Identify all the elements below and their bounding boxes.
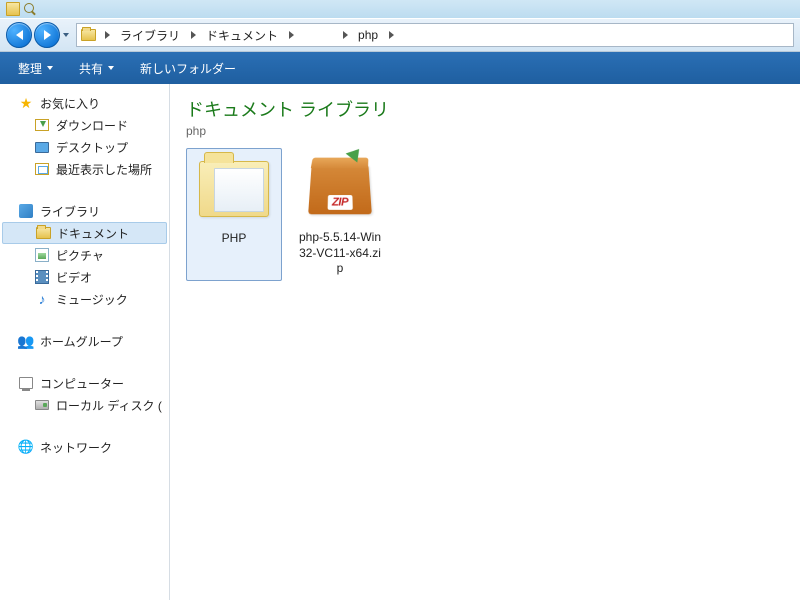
history-dropdown[interactable] xyxy=(60,33,72,37)
sidebar-group-favorites: ★ お気に入り ダウンロード デスクトップ 最近表示した場所 xyxy=(0,92,169,180)
disk-icon xyxy=(34,397,50,413)
chevron-right-icon xyxy=(191,31,196,39)
sidebar-item-label: ドキュメント xyxy=(57,225,129,242)
chevron-right-icon xyxy=(289,31,294,39)
sidebar-favorites[interactable]: ★ お気に入り xyxy=(0,92,169,114)
new-folder-button[interactable]: 新しいフォルダー xyxy=(132,56,244,81)
sidebar-item-documents[interactable]: ドキュメント xyxy=(2,222,167,244)
command-bar: 整理 共有 新しいフォルダー xyxy=(0,52,800,84)
picture-icon xyxy=(34,247,50,263)
sidebar-item-label: ネットワーク xyxy=(40,439,112,456)
file-items: PHP ZIP php-5.5.14-Win32-VC11-x64.zip xyxy=(186,148,784,281)
sidebar-item-label: ミュージック xyxy=(56,291,128,308)
chevron-down-icon xyxy=(47,66,53,70)
main: ★ お気に入り ダウンロード デスクトップ 最近表示した場所 ライブラリ xyxy=(0,84,800,600)
breadcrumb-item[interactable]: ドキュメント xyxy=(200,24,284,46)
folder-icon xyxy=(194,153,274,225)
sidebar-item-label: 最近表示した場所 xyxy=(56,161,152,178)
sidebar-item-label: ビデオ xyxy=(56,269,92,286)
share-label: 共有 xyxy=(79,60,103,77)
sidebar-item-label: ローカル ディスク ( xyxy=(56,397,162,414)
breadcrumb-sep[interactable] xyxy=(338,24,352,46)
video-icon xyxy=(34,269,50,285)
sidebar-item-label: ピクチャ xyxy=(56,247,104,264)
desktop-icon xyxy=(34,139,50,155)
recent-icon xyxy=(34,161,50,177)
new-folder-label: 新しいフォルダー xyxy=(140,60,236,77)
breadcrumb-sep[interactable] xyxy=(186,24,200,46)
organize-menu[interactable]: 整理 xyxy=(10,56,61,81)
sidebar-item-desktop[interactable]: デスクトップ xyxy=(0,136,169,158)
breadcrumb-item[interactable]: php xyxy=(352,24,384,46)
share-menu[interactable]: 共有 xyxy=(71,56,122,81)
forward-button[interactable] xyxy=(34,22,60,48)
navbar: ライブラリ ドキュメント php xyxy=(0,18,800,52)
sidebar-homegroup[interactable]: 👥 ホームグループ xyxy=(0,330,169,352)
sidebar-group-network: 🌐 ネットワーク xyxy=(0,436,169,458)
sidebar-item-recent[interactable]: 最近表示した場所 xyxy=(0,158,169,180)
arrow-right-icon xyxy=(44,30,51,40)
sidebar-item-videos[interactable]: ビデオ xyxy=(0,266,169,288)
address-bar[interactable]: ライブラリ ドキュメント php xyxy=(76,23,794,47)
breadcrumb-item[interactable] xyxy=(298,24,338,46)
breadcrumb-sep[interactable] xyxy=(384,24,398,46)
sidebar-item-label: ライブラリ xyxy=(40,203,100,220)
chevron-down-icon xyxy=(63,33,69,37)
folder-icon xyxy=(79,26,97,44)
chevron-right-icon xyxy=(389,31,394,39)
sidebar-item-label: コンピューター xyxy=(40,375,124,392)
sidebar-group-homegroup: 👥 ホームグループ xyxy=(0,330,169,352)
breadcrumb-sep[interactable] xyxy=(100,24,114,46)
file-item-folder[interactable]: PHP xyxy=(186,148,282,281)
sidebar-group-libraries: ライブラリ ドキュメント ピクチャ ビデオ ♪ ミュージック xyxy=(0,200,169,310)
sidebar-item-localdisk[interactable]: ローカル ディスク ( xyxy=(0,394,169,416)
library-subtitle: php xyxy=(186,124,784,138)
folder-icon xyxy=(35,225,51,241)
sidebar-item-pictures[interactable]: ピクチャ xyxy=(0,244,169,266)
sidebar-item-label: デスクトップ xyxy=(56,139,128,156)
sidebar-item-label: お気に入り xyxy=(40,95,100,112)
computer-icon xyxy=(18,375,34,391)
sidebar: ★ お気に入り ダウンロード デスクトップ 最近表示した場所 ライブラリ xyxy=(0,84,170,600)
content-header: ドキュメント ライブラリ php xyxy=(186,96,784,138)
sidebar-item-label: ダウンロード xyxy=(56,117,128,134)
library-icon xyxy=(18,203,34,219)
zip-badge: ZIP xyxy=(328,195,353,210)
titlebar xyxy=(0,0,800,18)
arrow-down-icon xyxy=(346,149,365,165)
chevron-down-icon xyxy=(108,66,114,70)
sidebar-libraries[interactable]: ライブラリ xyxy=(0,200,169,222)
network-icon: 🌐 xyxy=(18,439,34,455)
breadcrumb-item[interactable]: ライブラリ xyxy=(114,24,186,46)
file-item-zip[interactable]: ZIP php-5.5.14-Win32-VC11-x64.zip xyxy=(292,148,388,281)
library-title: ドキュメント ライブラリ xyxy=(186,96,784,122)
chevron-right-icon xyxy=(343,31,348,39)
file-name: php-5.5.14-Win32-VC11-x64.zip xyxy=(296,230,384,277)
folder-icon xyxy=(6,2,20,16)
back-button[interactable] xyxy=(6,22,32,48)
search-icon xyxy=(23,2,37,16)
arrow-left-icon xyxy=(16,30,23,40)
organize-label: 整理 xyxy=(18,60,42,77)
sidebar-item-downloads[interactable]: ダウンロード xyxy=(0,114,169,136)
chevron-right-icon xyxy=(105,31,110,39)
sidebar-computer[interactable]: コンピューター xyxy=(0,372,169,394)
zip-icon: ZIP xyxy=(300,152,380,224)
homegroup-icon: 👥 xyxy=(18,333,34,349)
breadcrumb-sep[interactable] xyxy=(284,24,298,46)
sidebar-network[interactable]: 🌐 ネットワーク xyxy=(0,436,169,458)
file-name: PHP xyxy=(222,231,247,247)
sidebar-item-music[interactable]: ♪ ミュージック xyxy=(0,288,169,310)
music-icon: ♪ xyxy=(34,291,50,307)
download-icon xyxy=(34,117,50,133)
sidebar-group-computer: コンピューター ローカル ディスク ( xyxy=(0,372,169,416)
content-pane: ドキュメント ライブラリ php PHP ZIP php-5.5.14-Win3… xyxy=(170,84,800,600)
nav-buttons xyxy=(6,22,72,48)
sidebar-item-label: ホームグループ xyxy=(40,333,123,350)
star-icon: ★ xyxy=(18,95,34,111)
